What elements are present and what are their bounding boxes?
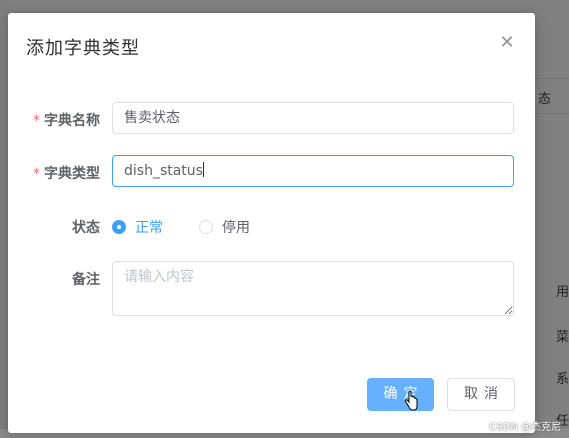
remark-label: 备注 — [72, 272, 100, 288]
background-divider — [535, 113, 569, 114]
dialog-title: 添加字典类型 — [26, 38, 140, 59]
hand-cursor-icon — [404, 391, 418, 411]
status-radio-normal[interactable]: 正常 — [112, 217, 163, 237]
add-dict-type-dialog: 添加字典类型 ✕ * 字典名称 售卖状态 * 字典类型 dish_status 状态… — [8, 13, 535, 433]
cancel-button[interactable]: 取消 — [447, 378, 515, 411]
dict-type-input[interactable]: dish_status — [112, 155, 514, 187]
dict-type-label-text: 字典类型 — [44, 166, 100, 182]
background-label: 系 — [556, 372, 569, 387]
status-radio-disabled[interactable]: 停用 — [199, 217, 250, 237]
background-label: 菜 — [556, 330, 569, 345]
dict-type-label: * 字典类型 — [28, 163, 100, 183]
dict-name-input[interactable]: 售卖状态 — [112, 102, 514, 134]
radio-checked-icon — [112, 220, 126, 234]
required-mark: * — [33, 113, 40, 129]
background-label: 用 — [556, 285, 569, 300]
radio-label: 正常 — [135, 220, 163, 236]
remark-textarea[interactable] — [112, 261, 514, 316]
text-caret — [202, 162, 204, 177]
confirm-button[interactable]: 确定 — [367, 378, 434, 411]
background-label: 态 — [538, 92, 552, 107]
required-mark: * — [33, 166, 40, 182]
dict-name-label: * 字典名称 — [28, 110, 100, 130]
dict-type-input-value: dish_status — [124, 163, 203, 179]
background-divider — [535, 78, 569, 79]
radio-label: 停用 — [222, 220, 250, 236]
status-label: 状态 — [72, 220, 100, 236]
dict-name-label-text: 字典名称 — [44, 113, 100, 129]
watermark: CSDN @杰克尼 — [489, 422, 561, 433]
radio-unchecked-icon — [199, 220, 213, 234]
close-icon[interactable]: ✕ — [498, 34, 516, 52]
